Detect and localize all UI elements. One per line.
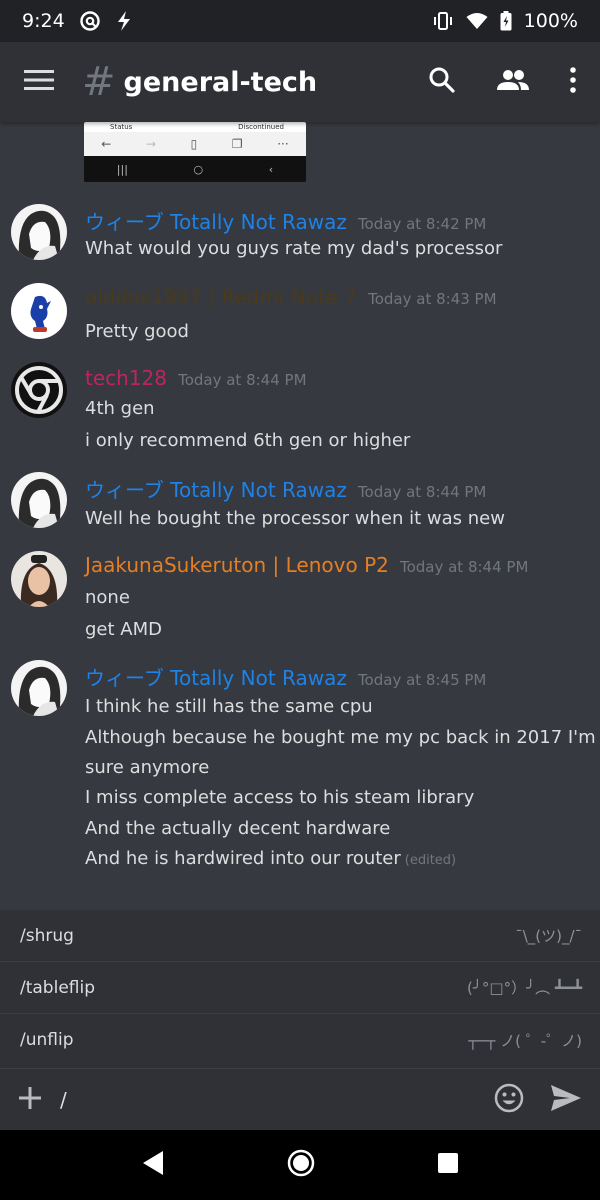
- back-icon: ‹: [268, 162, 274, 176]
- attachment-browser-toolbar: ← → ▯ ❐ ···: [84, 132, 306, 156]
- message-text: get AMD: [85, 619, 162, 640]
- attachment-status-label: Status: [110, 123, 133, 131]
- message-text: And the actually decent hardware: [85, 818, 391, 839]
- message-text: I think he still has the same cpu: [85, 696, 373, 717]
- message-text: i only recommend 6th gen or higher: [85, 430, 411, 451]
- menu-icon[interactable]: [24, 69, 54, 95]
- avatar[interactable]: [11, 660, 67, 716]
- attachment-table-row: Status Discontinued: [84, 122, 306, 132]
- nav-recents-icon[interactable]: [437, 1152, 459, 1178]
- recents-icon: |||: [116, 162, 128, 176]
- channel-header: # general-tech: [0, 42, 600, 122]
- message-text: none: [85, 587, 130, 608]
- do-not-disturb-icon: [79, 10, 101, 32]
- username[interactable]: ウィーブ Totally Not Rawaz: [85, 666, 347, 690]
- username[interactable]: ウィーブ Totally Not Rawaz: [85, 210, 347, 234]
- avatar[interactable]: [11, 551, 67, 607]
- message-text: Pretty good: [85, 321, 189, 342]
- attachment-nav-bar: ||| ○ ‹: [84, 156, 306, 182]
- timestamp: Today at 8:44 PM: [178, 371, 307, 389]
- command-name: /shrug: [20, 925, 74, 946]
- attachment-status-value: Discontinued: [238, 123, 284, 131]
- message-text: 4th gen: [85, 398, 155, 419]
- battery-level: 100%: [523, 10, 578, 32]
- message-text: sure anymore: [85, 757, 210, 778]
- status-time: 9:24: [22, 10, 65, 32]
- timestamp: Today at 8:44 PM: [399, 558, 529, 576]
- command-name: /tableflip: [20, 977, 96, 998]
- message-text-last: And he is hardwired into our router (edit…: [85, 848, 456, 869]
- command-suggestions: /shrug ¯\_(ツ)_/¯ /tableflip (╯°□°）╯︵ ┻━┻…: [0, 910, 600, 1068]
- command-preview: ┬─┬ ノ( ゜-゜ノ): [468, 1031, 582, 1050]
- message-text: And he is hardwired into our router: [85, 848, 401, 869]
- channel-hash-icon: #: [82, 59, 116, 105]
- members-icon[interactable]: [496, 68, 530, 96]
- message-text: What would you guys rate my dad's proces…: [85, 238, 503, 259]
- nav-back-icon[interactable]: [141, 1150, 165, 1180]
- message-input[interactable]: /: [60, 1088, 494, 1112]
- timestamp: Today at 8:44 PM: [357, 483, 487, 501]
- status-bar: 9:24 100%: [0, 0, 600, 42]
- home-icon: ○: [193, 162, 204, 176]
- username[interactable]: JaakunaSukeruton | Lenovo P2: [85, 553, 389, 577]
- edited-label: (edited): [404, 853, 457, 868]
- timestamp: Today at 8:43 PM: [368, 290, 497, 308]
- overflow-icon: ···: [277, 137, 289, 151]
- avatar[interactable]: [11, 362, 67, 418]
- message-text: I miss complete access to his steam libr…: [85, 787, 475, 808]
- add-attachment-icon[interactable]: [18, 1086, 42, 1114]
- command-preview: (╯°□°）╯︵ ┻━┻: [467, 979, 582, 997]
- nav-home-icon[interactable]: [287, 1149, 315, 1181]
- message-composer: /: [0, 1068, 600, 1130]
- message-text: Well he bought the processor when it was…: [85, 508, 505, 529]
- avatar[interactable]: [11, 283, 67, 339]
- tabs-icon: ❐: [231, 137, 243, 151]
- suggestion-shrug[interactable]: /shrug ¯\_(ツ)_/¯: [0, 910, 600, 962]
- avatar[interactable]: [11, 472, 67, 528]
- message-text: Although because he bought me my pc back…: [85, 727, 600, 748]
- command-preview: ¯\_(ツ)_/¯: [515, 927, 582, 945]
- search-icon[interactable]: [428, 66, 456, 98]
- flash-icon: [115, 10, 133, 32]
- battery-icon: [500, 11, 512, 31]
- page-icon: ▯: [190, 137, 198, 151]
- more-options-icon[interactable]: [570, 67, 576, 97]
- username[interactable]: tech128: [85, 366, 167, 390]
- suggestion-tableflip[interactable]: /tableflip (╯°□°）╯︵ ┻━┻: [0, 962, 600, 1014]
- message-list[interactable]: Status Discontinued ← → ▯ ❐ ··· ||| ○ ‹ …: [0, 122, 600, 910]
- send-icon[interactable]: [550, 1084, 582, 1116]
- wifi-icon: [466, 12, 488, 30]
- username[interactable]: olddos1997 | Redmi Note 7: [85, 285, 357, 309]
- avatar[interactable]: [11, 204, 67, 260]
- back-arrow-icon: ←: [101, 137, 112, 151]
- timestamp: Today at 8:42 PM: [357, 215, 487, 233]
- username[interactable]: ウィーブ Totally Not Rawaz: [85, 478, 347, 502]
- emoji-icon[interactable]: [494, 1083, 524, 1117]
- system-navigation-bar: [0, 1130, 600, 1200]
- image-attachment[interactable]: Status Discontinued ← → ▯ ❐ ··· ||| ○ ‹: [84, 122, 306, 182]
- forward-arrow-icon: →: [145, 137, 157, 151]
- suggestion-unflip[interactable]: /unflip ┬─┬ ノ( ゜-゜ノ): [0, 1014, 600, 1066]
- channel-title: general-tech: [123, 66, 318, 98]
- vibrate-icon: [432, 11, 454, 31]
- timestamp: Today at 8:45 PM: [357, 671, 487, 689]
- command-name: /unflip: [20, 1030, 74, 1050]
